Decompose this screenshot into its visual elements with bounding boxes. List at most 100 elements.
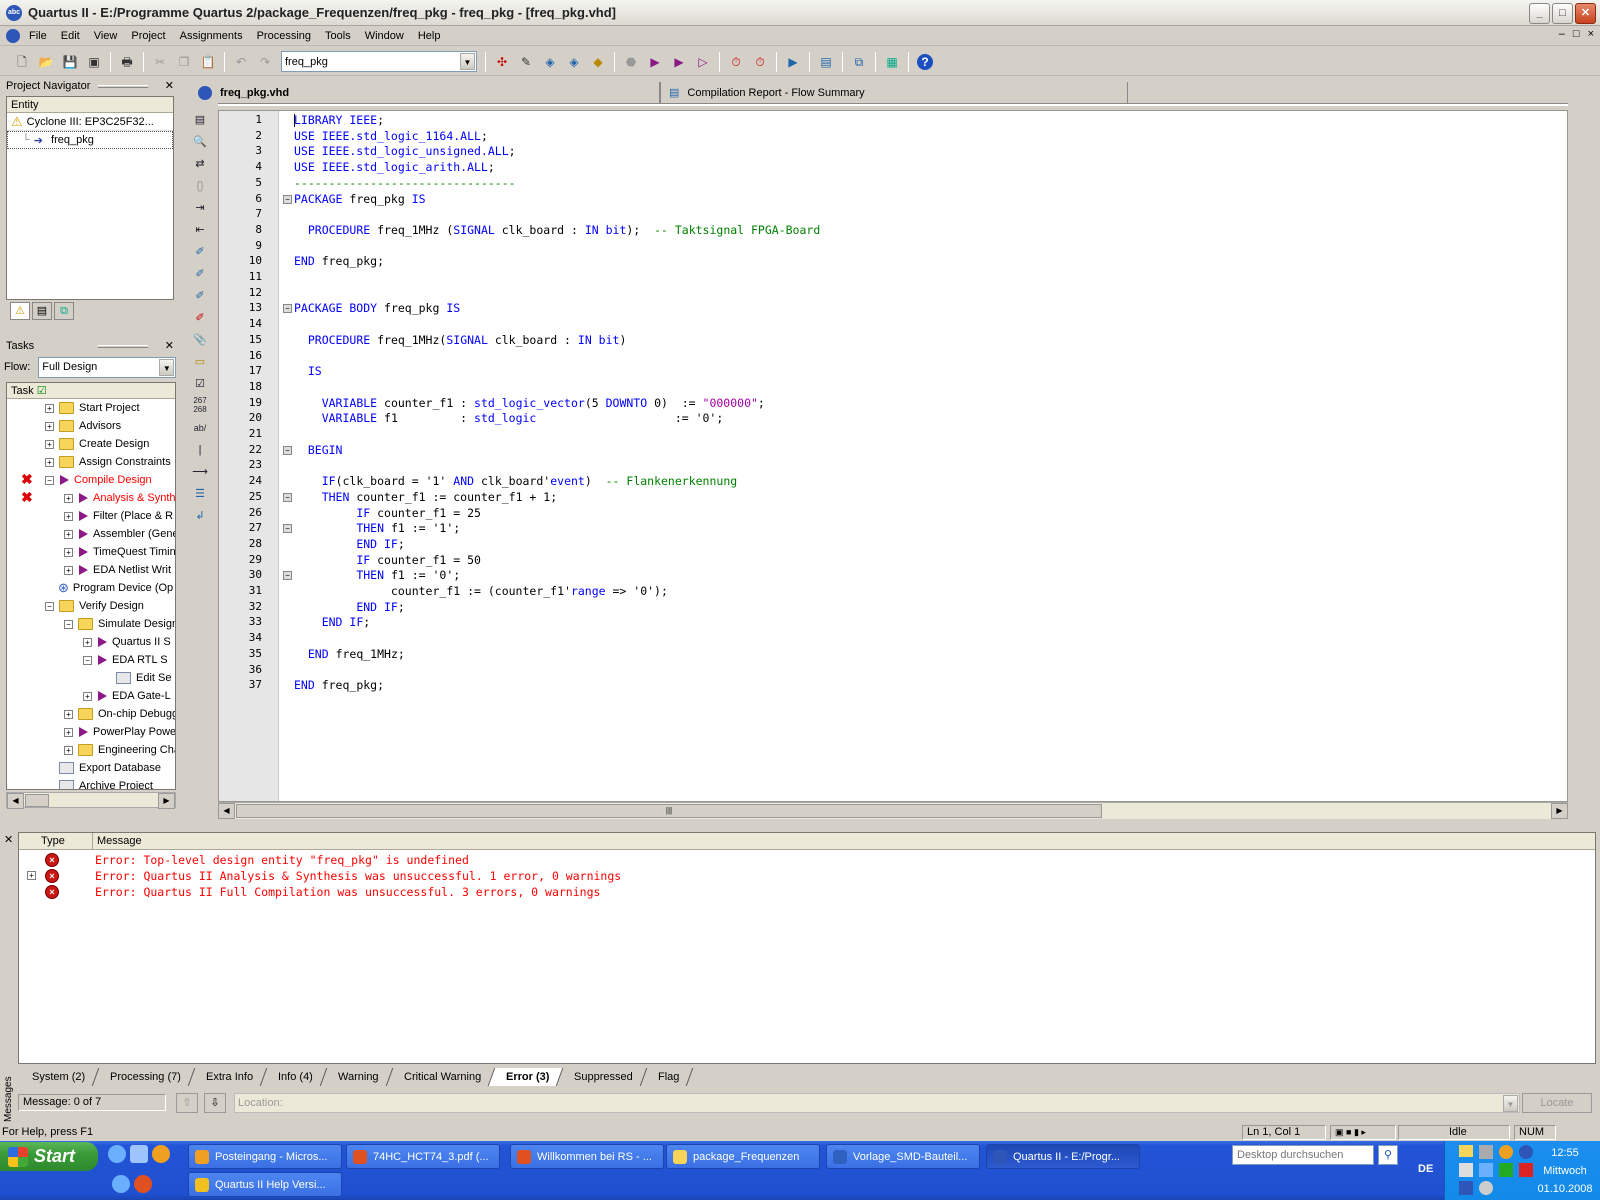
redo-icon[interactable]: ↷ bbox=[255, 52, 275, 72]
desktop-quicklaunch-icon[interactable] bbox=[130, 1145, 148, 1163]
editor-hscrollbar[interactable]: ◀ ||| ▶ bbox=[218, 802, 1568, 819]
expand-icon[interactable]: + bbox=[64, 547, 73, 557]
task-row[interactable]: + Assembler (Gene bbox=[7, 525, 175, 543]
collapse-icon[interactable]: − bbox=[45, 475, 54, 485]
save-all-icon[interactable]: ▣ bbox=[84, 52, 104, 72]
ie-icon[interactable] bbox=[112, 1175, 130, 1193]
collapse-icon[interactable]: − bbox=[64, 619, 73, 629]
timing-analyzer-icon[interactable]: ⏱ bbox=[750, 52, 770, 72]
chevron-down-icon[interactable]: ▼ bbox=[159, 358, 175, 376]
chevron-down-icon[interactable]: ▼ bbox=[1503, 1095, 1518, 1112]
sound-tray-icon[interactable] bbox=[1499, 1163, 1513, 1177]
compilation-report-icon[interactable]: ▤ bbox=[816, 52, 836, 72]
fold-collapse-icon[interactable]: − bbox=[283, 445, 292, 455]
taskbar-window-button[interactable]: Willkommen bei RS - ... bbox=[510, 1144, 664, 1169]
taskbar-window-button[interactable]: Quartus II Help Versi... bbox=[188, 1172, 342, 1197]
task-row[interactable]: Archive Project bbox=[7, 777, 175, 789]
task-row[interactable]: + Quartus II S bbox=[7, 633, 175, 651]
copy-icon[interactable]: ❐ bbox=[174, 52, 194, 72]
expand-icon[interactable]: + bbox=[64, 511, 73, 521]
bracket-icon[interactable]: {} bbox=[190, 176, 210, 196]
task-row[interactable]: ✖ − Compile Design bbox=[7, 471, 175, 489]
megawizard-icon[interactable]: ▦ bbox=[882, 52, 902, 72]
task-row[interactable]: + PowerPlay Powe bbox=[7, 723, 175, 741]
scroll-right-icon[interactable]: ▶ bbox=[158, 793, 175, 809]
message-tab[interactable]: Suppressed bbox=[556, 1068, 648, 1086]
timequest-icon[interactable]: ⏱ bbox=[726, 52, 746, 72]
search-icon[interactable]: ⚲ bbox=[1378, 1145, 1398, 1165]
scroll-thumb[interactable]: ||| bbox=[236, 804, 1102, 818]
format-icon[interactable]: ☰ bbox=[190, 484, 210, 504]
expand-icon[interactable]: + bbox=[64, 727, 73, 737]
paste-icon[interactable]: 📋 bbox=[198, 52, 218, 72]
unindent-icon[interactable]: ⇤ bbox=[190, 220, 210, 240]
maximize-button[interactable]: □ bbox=[1552, 3, 1573, 24]
location-select[interactable]: Location: ▼ bbox=[234, 1093, 1520, 1113]
bookmark-prev-icon[interactable]: ✐ bbox=[190, 286, 210, 306]
tasks-hscrollbar[interactable]: ◀ ▶ bbox=[6, 792, 176, 809]
help-icon[interactable]: ? bbox=[915, 52, 935, 72]
menu-edit[interactable]: Edit bbox=[54, 30, 87, 42]
taskbar-window-button[interactable]: Quartus II - E:/Progr... bbox=[986, 1144, 1140, 1169]
fold-collapse-icon[interactable]: − bbox=[283, 194, 292, 204]
taskbar-window-button[interactable]: Posteingang - Micros... bbox=[188, 1144, 342, 1169]
network-tray-icon[interactable] bbox=[1479, 1145, 1493, 1159]
wrap-icon[interactable]: ↲ bbox=[190, 506, 210, 526]
cut-icon[interactable]: ✂ bbox=[150, 52, 170, 72]
desktop-search-input[interactable]: Desktop durchsuchen bbox=[1232, 1145, 1374, 1165]
minimize-button[interactable]: _ bbox=[1529, 3, 1550, 24]
message-tab[interactable]: Info (4) bbox=[260, 1068, 328, 1086]
tab-freq-pkg-vhd[interactable]: freq_pkg.vhd bbox=[190, 82, 660, 103]
task-row[interactable]: − Verify Design bbox=[7, 597, 175, 615]
chip-planner-icon[interactable]: ✣ bbox=[492, 52, 512, 72]
code-editor[interactable]: 1 2 3 4 5 6 7 8 9 10 11 12 13 14 15 16 17 18 19 20 21 22 23 24 2… bbox=[218, 110, 1568, 802]
acrobat-tray-icon[interactable] bbox=[1519, 1163, 1533, 1177]
expand-icon[interactable]: + bbox=[64, 493, 73, 503]
expand-icon[interactable]: + bbox=[45, 439, 54, 449]
menu-view[interactable]: View bbox=[87, 30, 125, 42]
insert-template-icon[interactable]: ▭ bbox=[190, 352, 210, 372]
message-tab[interactable]: Processing (7) bbox=[92, 1068, 196, 1086]
chevron-down-icon[interactable]: ▼ bbox=[460, 53, 475, 70]
start-analysis-icon[interactable]: ▶ bbox=[669, 52, 689, 72]
collapse-icon[interactable]: − bbox=[83, 655, 92, 665]
bookmark-toggle-icon[interactable]: ✐ bbox=[190, 242, 210, 262]
settings-icon[interactable]: ◈ bbox=[564, 52, 584, 72]
message-row[interactable]: × Error: Quartus II Full Compilation was … bbox=[19, 884, 1595, 900]
fold-collapse-icon[interactable]: − bbox=[283, 492, 292, 502]
message-tab[interactable]: Extra Info bbox=[188, 1068, 268, 1086]
task-row[interactable]: − EDA RTL S bbox=[7, 651, 175, 669]
task-row[interactable]: + EDA Netlist Writ bbox=[7, 561, 175, 579]
files-tab-icon[interactable]: ▤ bbox=[32, 302, 52, 320]
close-icon[interactable]: ✕ bbox=[165, 79, 174, 92]
entity-row[interactable]: └ ➔ freq_pkg bbox=[7, 131, 173, 149]
find-replace-icon[interactable]: ⇄ bbox=[190, 154, 210, 174]
stop-icon[interactable]: ⬣ bbox=[621, 52, 641, 72]
mdi-minimize-button[interactable]: – bbox=[1559, 28, 1565, 40]
expand-icon[interactable]: + bbox=[83, 637, 92, 647]
expand-icon[interactable]: + bbox=[83, 691, 92, 701]
ie-quicklaunch-icon[interactable] bbox=[108, 1145, 126, 1163]
task-row[interactable]: + Engineering Cha bbox=[7, 741, 175, 759]
menu-help[interactable]: Help bbox=[411, 30, 448, 42]
menu-project[interactable]: Project bbox=[124, 30, 172, 42]
task-row[interactable]: + EDA Gate-L bbox=[7, 687, 175, 705]
quartus-app-icon[interactable]: abc bbox=[6, 4, 22, 21]
hierarchy-tab-icon[interactable]: ⚠ bbox=[10, 302, 30, 320]
message-tab[interactable]: Error (3) bbox=[488, 1068, 564, 1086]
close-button[interactable]: ✕ bbox=[1575, 3, 1596, 24]
entity-combo[interactable]: freq_pkg ▼ bbox=[281, 51, 477, 72]
clock-time[interactable]: 12:55 bbox=[1533, 1144, 1597, 1162]
expand-icon[interactable]: + bbox=[64, 529, 73, 539]
programmer-icon[interactable]: ⧉ bbox=[849, 52, 869, 72]
mdi-close-button[interactable]: × bbox=[1588, 28, 1594, 40]
entity-column-header[interactable]: Entity bbox=[7, 97, 173, 113]
menu-file[interactable]: File bbox=[22, 30, 54, 42]
scroll-right-icon[interactable]: ▶ bbox=[1551, 803, 1568, 819]
taskbar-window-button[interactable]: 74HC_HCT74_3.pdf (... bbox=[346, 1144, 500, 1169]
indent-icon[interactable]: ⇥ bbox=[190, 198, 210, 218]
expand-icon[interactable]: + bbox=[64, 565, 73, 575]
messenger-tray-icon[interactable] bbox=[1519, 1145, 1533, 1159]
task-column-header[interactable]: Task ☑ bbox=[7, 383, 175, 399]
task-row[interactable]: Edit Se bbox=[7, 669, 175, 687]
